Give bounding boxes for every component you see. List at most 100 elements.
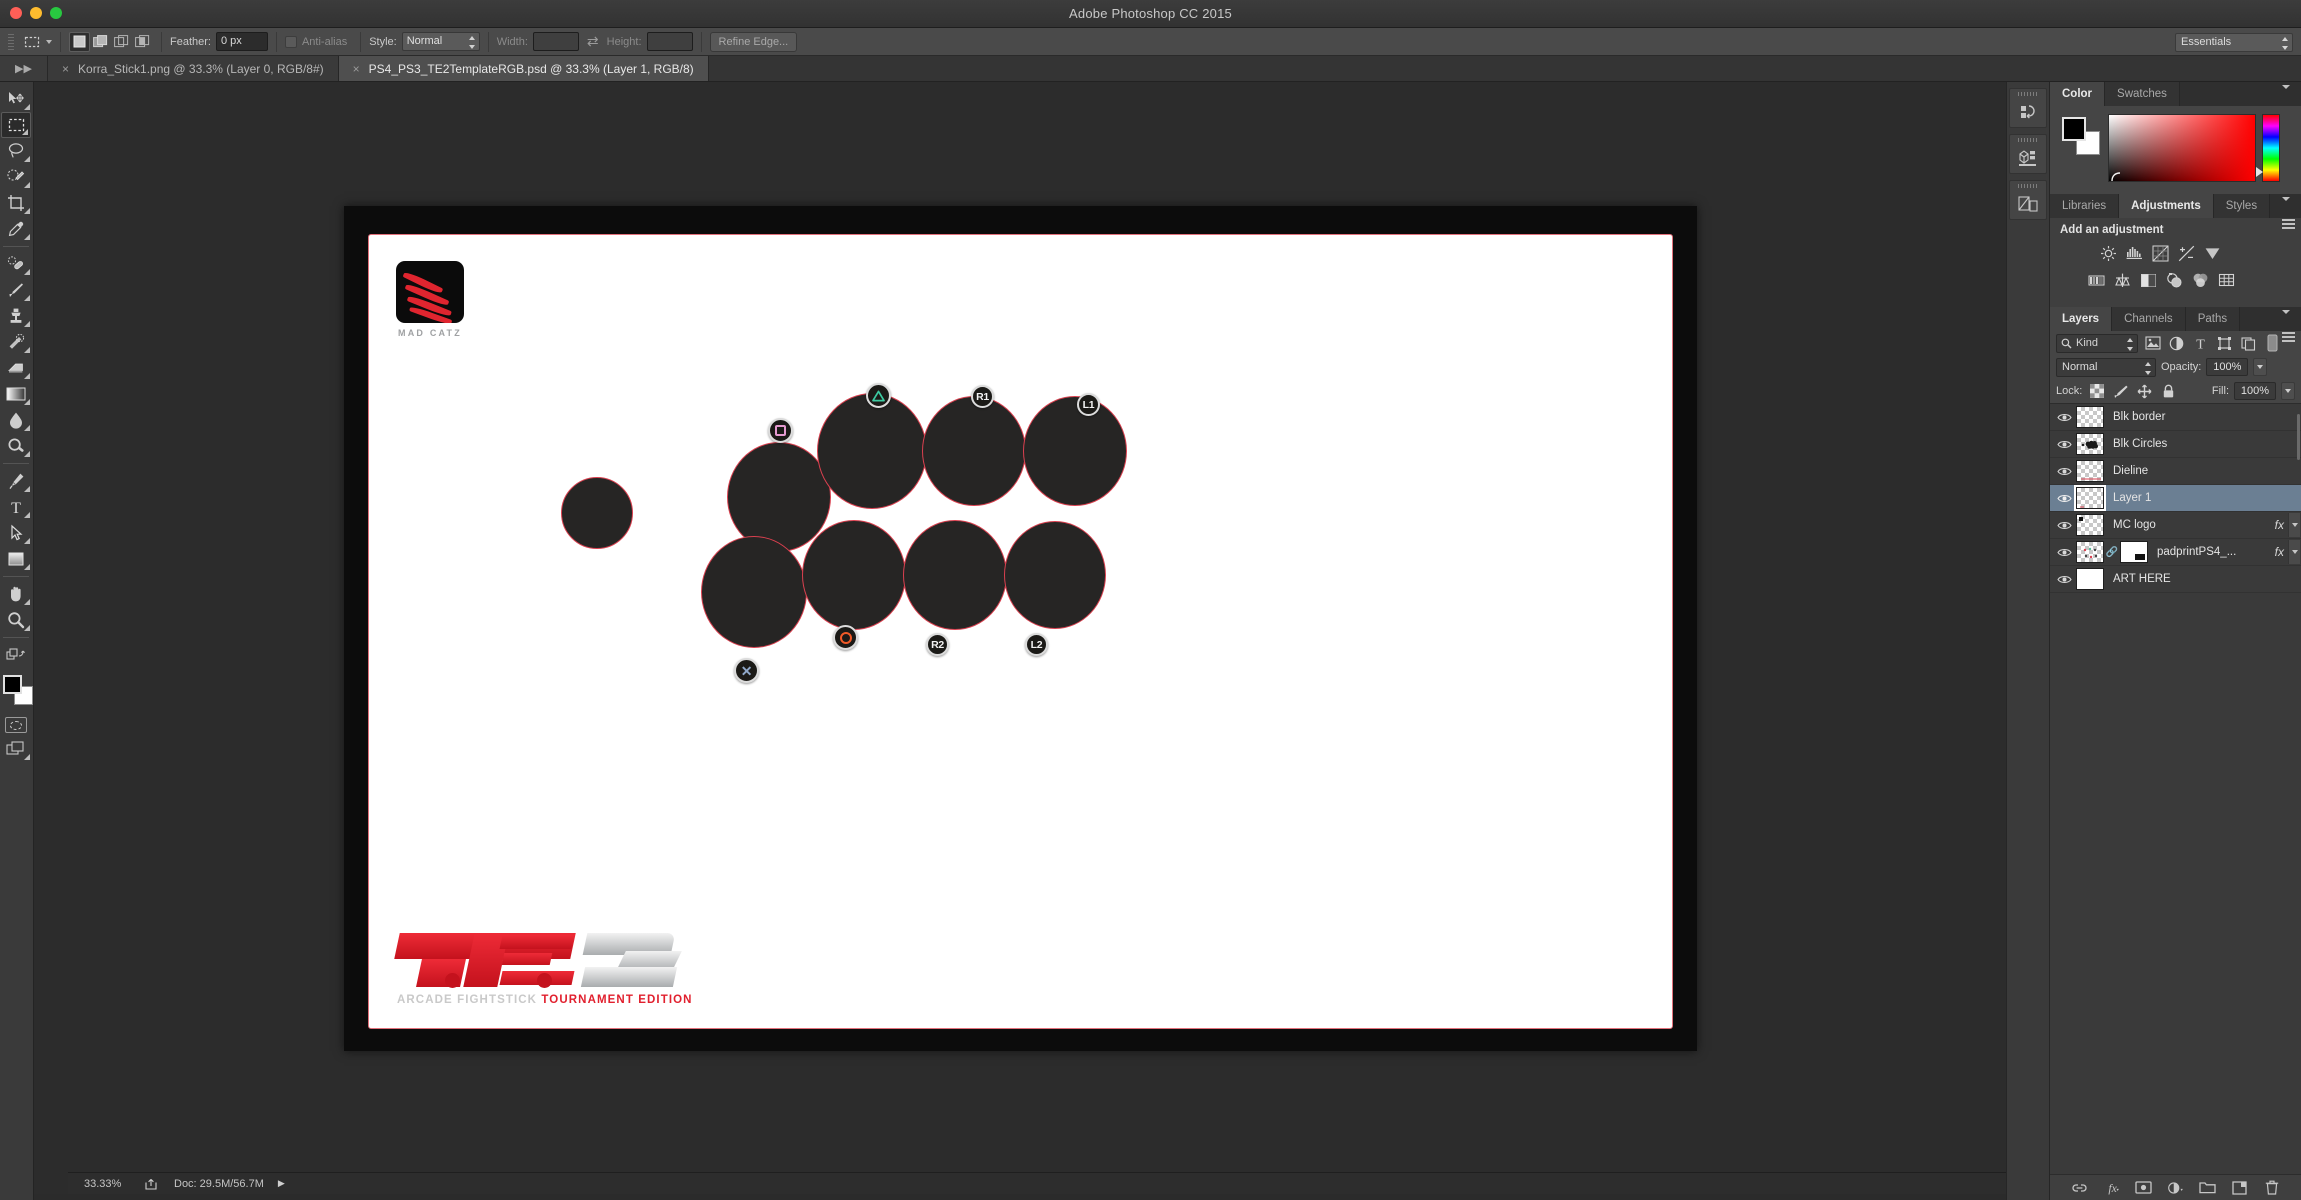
curves-icon[interactable] [2150, 243, 2170, 263]
zoom-tool[interactable] [0, 607, 32, 633]
layer-row-blk-border[interactable]: Blk border [2050, 404, 2301, 431]
layer-visibility-toggle[interactable] [2052, 547, 2076, 558]
color-lookup-icon[interactable] [2216, 270, 2236, 290]
opacity-input[interactable]: 100% [2206, 358, 2249, 376]
layer-name[interactable]: padprintPS4_... [2148, 546, 2275, 558]
color-picker-handle[interactable] [2111, 169, 2121, 182]
tool-more-icon[interactable] [24, 625, 30, 631]
layer-name[interactable]: Blk Circles [2104, 438, 2301, 450]
3d-panel-button[interactable] [2009, 134, 2047, 174]
rectangular-marquee-tool[interactable] [1, 112, 31, 138]
tool-more-icon[interactable] [24, 486, 30, 492]
tool-more-icon[interactable] [24, 754, 30, 760]
edit-in-quick-mask-mode-button[interactable] [0, 710, 32, 736]
style-stepper-icon[interactable] [469, 36, 476, 49]
button-hole-k2[interactable] [802, 520, 906, 630]
properties-panel-button[interactable] [2009, 180, 2047, 220]
hue-strip[interactable] [2256, 114, 2280, 182]
tab-libraries[interactable]: Libraries [2050, 194, 2120, 218]
lock-transparent-pixels-icon[interactable] [2087, 382, 2106, 400]
artboard[interactable]: MAD CATZ R1 L1 R2 L2 ✕ ARCADE FIGHTSTICK… [368, 234, 1673, 1029]
layer-name[interactable]: Dieline [2104, 465, 2301, 477]
layer-visibility-toggle[interactable] [2052, 412, 2076, 423]
pen-tool[interactable] [0, 468, 32, 494]
add-layer-mask-icon[interactable] [2135, 1179, 2153, 1197]
feather-input[interactable]: 0 px [215, 32, 268, 51]
subtract-from-selection-button[interactable] [111, 32, 132, 52]
dock-collapse-icon[interactable]: ▶▶ [0, 56, 48, 81]
history-brush-tool[interactable] [0, 329, 32, 355]
black-and-white-icon[interactable] [2138, 270, 2158, 290]
move-tool[interactable] [0, 86, 32, 112]
fill-input[interactable]: 100% [2234, 382, 2276, 400]
layer-thumbnail[interactable] [2076, 460, 2104, 482]
workspace-select[interactable]: Essentials [2175, 33, 2293, 52]
close-icon[interactable]: × [62, 62, 69, 76]
tab-swatches[interactable]: Swatches [2105, 82, 2180, 106]
new-fill-adjustment-layer-icon[interactable] [2167, 1179, 2185, 1197]
height-input[interactable] [646, 32, 693, 51]
tab-styles[interactable]: Styles [2213, 194, 2271, 218]
play-arrow-icon[interactable]: ▶ [278, 1178, 285, 1189]
delete-layer-icon[interactable] [2263, 1179, 2281, 1197]
add-to-selection-button[interactable] [90, 32, 111, 52]
blend-stepper-icon[interactable] [2144, 361, 2151, 375]
levels-icon[interactable] [2124, 243, 2144, 263]
tab-adjustments[interactable]: Adjustments [2119, 194, 2214, 218]
filter-type-icon[interactable]: T [2191, 334, 2210, 353]
filter-smart-object-icon[interactable] [2239, 334, 2258, 353]
change-screen-mode-button[interactable] [0, 736, 32, 762]
blend-mode-select[interactable]: Normal [2056, 357, 2156, 377]
hue-handle[interactable] [2256, 167, 2263, 177]
tool-more-icon[interactable] [24, 182, 30, 188]
add-layer-style-icon[interactable]: fx [2103, 1179, 2121, 1197]
layer-thumbnail[interactable] [2076, 406, 2104, 428]
button-hole-p1[interactable] [727, 442, 831, 552]
tool-more-icon[interactable] [24, 321, 30, 327]
color-panel-swatches[interactable] [2062, 117, 2102, 157]
button-hole-k3[interactable] [903, 520, 1007, 630]
eyedropper-tool[interactable] [0, 216, 32, 242]
blur-tool[interactable] [0, 407, 32, 433]
tool-more-icon[interactable] [24, 269, 30, 275]
brush-tool[interactable] [0, 277, 32, 303]
layer-list[interactable]: Blk border Blk Circles Dieline Layer 1 M… [2050, 403, 2301, 593]
button-hole-k4[interactable] [1004, 521, 1106, 629]
layer-name[interactable]: MC logo [2104, 519, 2275, 531]
hand-tool[interactable] [0, 581, 32, 607]
tool-more-icon[interactable] [24, 451, 30, 457]
scrollbar-thumb[interactable] [2297, 414, 2300, 460]
tool-more-icon[interactable] [24, 425, 30, 431]
layer-row-layer-1[interactable]: Layer 1 [2050, 485, 2301, 512]
layer-effects-indicator[interactable]: fx [2275, 518, 2288, 532]
document-tab-te2template[interactable]: × PS4_PS3_TE2TemplateRGB.psd @ 33.3% (La… [338, 56, 709, 81]
layer-effects-indicator[interactable]: fx [2275, 545, 2288, 559]
layer-row-padprint[interactable]: 🔗 padprintPS4_... fx [2050, 539, 2301, 566]
swap-width-height-icon[interactable]: ⇄ [587, 33, 599, 50]
tab-color[interactable]: Color [2050, 82, 2106, 106]
filter-adjustment-icon[interactable] [2167, 334, 2186, 353]
filter-pixel-icon[interactable] [2143, 334, 2162, 353]
fill-chevron-down-icon[interactable] [2281, 382, 2295, 400]
rectangular-marquee-icon[interactable] [21, 32, 43, 52]
edit-toolbar-button[interactable] [0, 642, 32, 668]
canvas-area[interactable]: MAD CATZ R1 L1 R2 L2 ✕ ARCADE FIGHTSTICK… [34, 82, 2040, 1194]
rectangle-shape-tool[interactable] [0, 546, 32, 572]
color-swatches[interactable] [2, 674, 34, 706]
tab-layers[interactable]: Layers [2050, 307, 2113, 331]
layer-mask-link-icon[interactable]: 🔗 [2106, 547, 2118, 558]
tool-more-icon[interactable] [24, 599, 30, 605]
color-balance-icon[interactable] [2112, 270, 2132, 290]
lock-position-icon[interactable] [2135, 382, 2154, 400]
exposure-icon[interactable] [2176, 243, 2196, 263]
document-tab-korra[interactable]: × Korra_Stick1.png @ 33.3% (Layer 0, RGB… [48, 56, 339, 81]
gradient-tool[interactable] [0, 381, 32, 407]
button-hole-p3[interactable] [922, 396, 1026, 506]
lasso-tool[interactable] [0, 138, 32, 164]
channel-mixer-icon[interactable] [2190, 270, 2210, 290]
tab-channels[interactable]: Channels [2112, 307, 2186, 331]
layer-visibility-toggle[interactable] [2052, 466, 2076, 477]
layer-thumbnail[interactable] [2076, 433, 2104, 455]
button-hole-k1[interactable] [701, 536, 807, 648]
layers-scrollbar[interactable] [2296, 412, 2301, 592]
